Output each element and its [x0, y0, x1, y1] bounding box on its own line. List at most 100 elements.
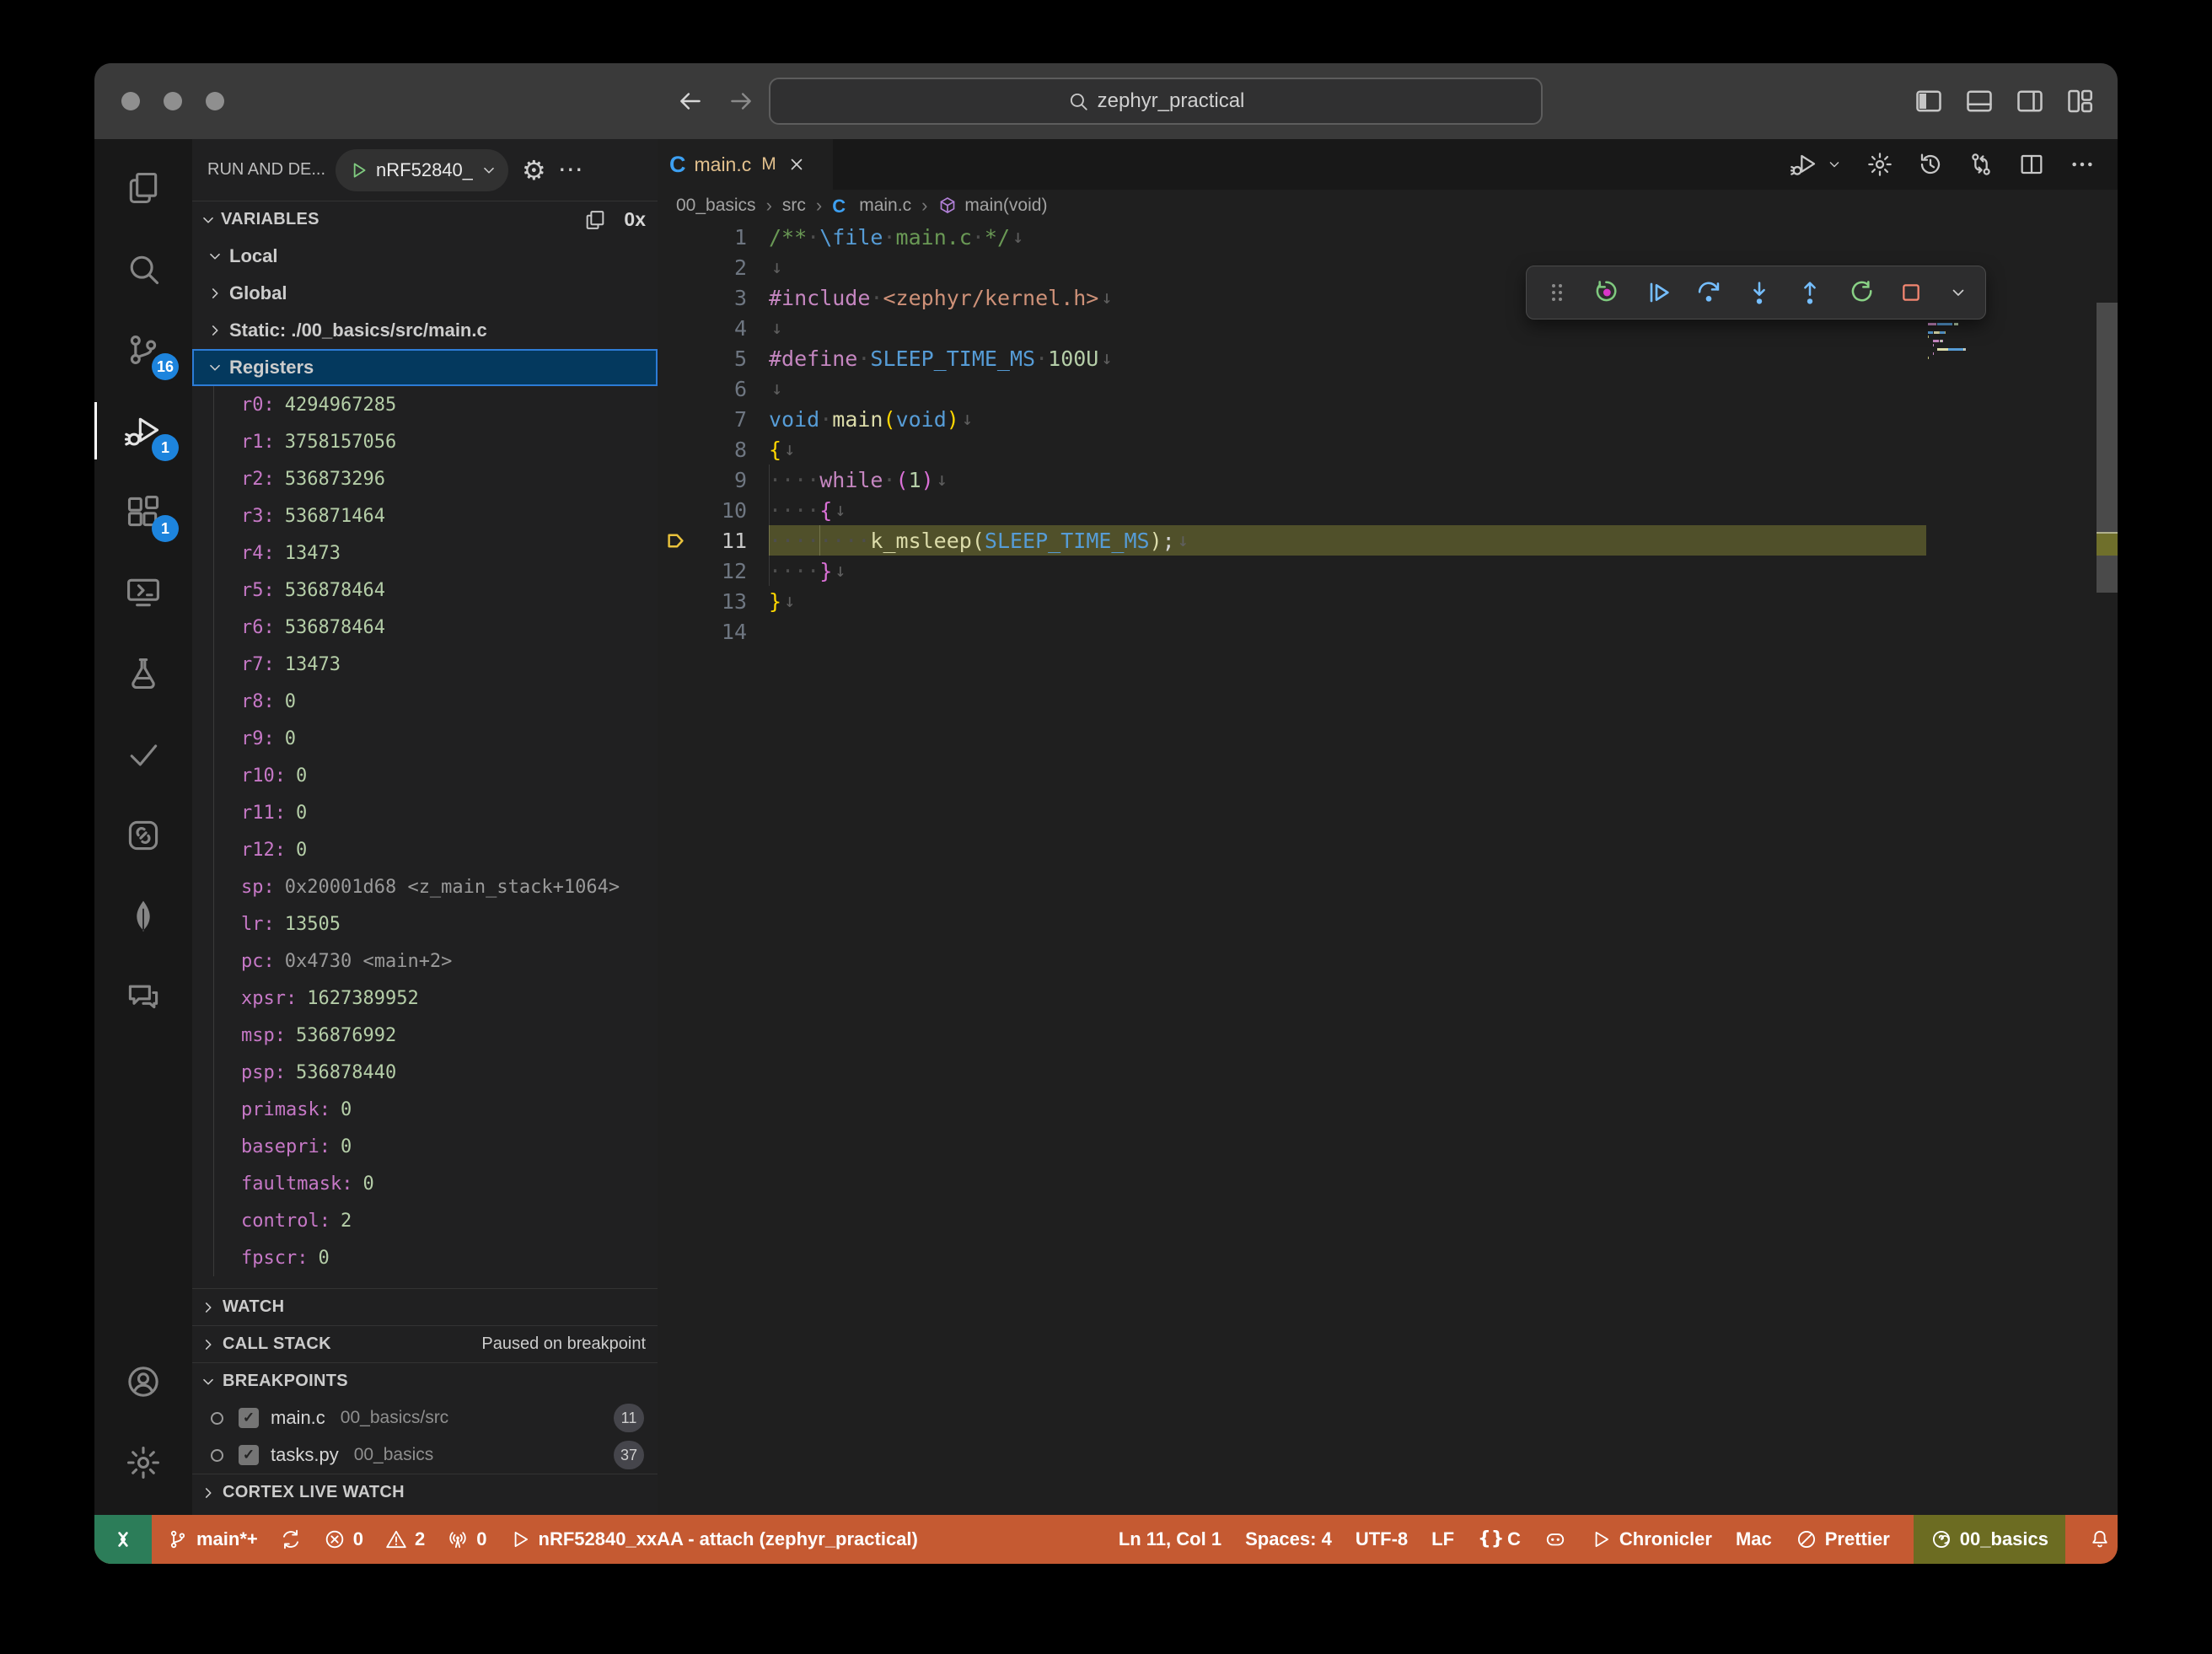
more-icon[interactable] [2069, 151, 2096, 178]
register-row[interactable]: lr:13505 [192, 905, 658, 942]
status-item[interactable] [280, 1528, 302, 1550]
register-row[interactable]: faultmask:0 [192, 1165, 658, 1202]
back-button[interactable] [676, 87, 705, 115]
line-number-gutter[interactable]: 1 [658, 222, 769, 252]
layout-sidebar-right-icon[interactable] [2015, 86, 2045, 116]
breadcrumb-item[interactable]: src [782, 196, 806, 216]
status-item-lf[interactable]: LF [1431, 1515, 1454, 1564]
breakpoint-row[interactable]: ✓main.c00_basics/src11 [192, 1399, 658, 1437]
code-line-content[interactable]: }↓ [769, 586, 1926, 616]
register-row[interactable]: primask:0 [192, 1091, 658, 1128]
line-number-gutter[interactable]: 8 [658, 434, 769, 465]
tab-main-c[interactable]: C main.c M [658, 139, 833, 190]
register-row[interactable]: xpsr:1627389952 [192, 980, 658, 1017]
line-number-gutter[interactable]: 14 [658, 616, 769, 647]
continue-icon[interactable] [1645, 279, 1672, 306]
compare-icon[interactable] [1968, 151, 1995, 178]
line-number-gutter[interactable]: 9 [658, 465, 769, 495]
code-line-content[interactable]: ····}↓ [769, 556, 1926, 586]
restart-icon[interactable] [1847, 279, 1874, 306]
register-row[interactable]: r2:536873296 [192, 460, 658, 497]
status-item-utf-8[interactable]: UTF-8 [1356, 1515, 1408, 1564]
debug-config-dropdown[interactable]: nRF52840_ [336, 149, 508, 191]
activity-item-testing-flask[interactable] [94, 633, 192, 714]
close-tab-icon[interactable] [787, 154, 807, 175]
register-row[interactable]: r5:536878464 [192, 572, 658, 609]
breadcrumb-item[interactable]: Cmain.c [832, 196, 911, 216]
minimize-window-button[interactable] [164, 92, 182, 110]
status-item-c[interactable]: {}C [1478, 1515, 1521, 1564]
step-out-icon[interactable] [1796, 279, 1823, 306]
register-row[interactable]: r8:0 [192, 683, 658, 720]
line-number-gutter[interactable]: 2 [658, 252, 769, 282]
line-number-gutter[interactable]: 5 [658, 343, 769, 373]
forward-button[interactable] [727, 87, 755, 115]
variables-section-header[interactable]: VARIABLES 0x [192, 201, 658, 238]
status-item-0[interactable]: 0 [447, 1528, 486, 1550]
status-item-mac[interactable]: Mac [1736, 1515, 1772, 1564]
status-item-chronicler[interactable]: Chronicler [1590, 1515, 1712, 1564]
status-item-00-basics[interactable]: 00_basics [1914, 1515, 2065, 1564]
breadcrumb-item[interactable]: 00_basics [676, 196, 756, 216]
register-row[interactable]: fpscr:0 [192, 1239, 658, 1276]
breakpoint-checkbox[interactable]: ✓ [239, 1408, 259, 1428]
activity-item-account[interactable] [94, 1341, 192, 1422]
code-line-content[interactable]: void·main(void)↓ [769, 404, 1926, 434]
code-line-content[interactable]: ↓ [769, 373, 1926, 404]
status-item-0[interactable]: 0 [324, 1528, 363, 1550]
breakpoints-section-header[interactable]: BREAKPOINTS [192, 1362, 658, 1399]
breadcrumb-item[interactable]: main(void) [937, 196, 1047, 216]
line-number-gutter[interactable]: 11 [658, 525, 769, 556]
status-item-nrf52840-xxaa-attach-zep[interactable]: nRF52840_xxAA - attach (zephyr_practical… [509, 1528, 918, 1550]
status-item-main-[interactable]: main*+ [167, 1528, 258, 1550]
copy-value-icon[interactable] [583, 208, 607, 232]
line-number-gutter[interactable]: 7 [658, 404, 769, 434]
reverse-continue-icon[interactable] [1594, 279, 1621, 306]
activity-item-search[interactable] [94, 228, 192, 309]
step-into-icon[interactable] [1746, 279, 1773, 306]
register-row[interactable]: r7:13473 [192, 646, 658, 683]
activity-item-explorer[interactable] [94, 148, 192, 228]
code-editor[interactable]: 1/**·\file·main.c·*/↓2↓3#include·<zephyr… [658, 222, 2118, 1515]
register-row[interactable]: r11:0 [192, 794, 658, 831]
code-line-content[interactable]: /**·\file·main.c·*/↓ [769, 222, 1926, 252]
scope-static[interactable]: Static: ./00_basics/src/main.c [192, 312, 658, 349]
hex-format-toggle[interactable]: 0x [624, 208, 646, 231]
split-editor-icon[interactable] [2018, 151, 2045, 178]
history-icon[interactable] [1917, 151, 1944, 178]
code-line-content[interactable]: ····{↓ [769, 495, 1926, 525]
scope-global[interactable]: Global [192, 275, 658, 312]
breakpoint-checkbox[interactable]: ✓ [239, 1445, 259, 1465]
command-center-search[interactable]: zephyr_practical [769, 78, 1543, 125]
activity-item-remote-explorer[interactable] [94, 552, 192, 633]
layout-grid-icon[interactable] [2065, 86, 2096, 116]
line-number-gutter[interactable]: 12 [658, 556, 769, 586]
status-item[interactable] [2089, 1515, 2111, 1564]
register-row[interactable]: basepri:0 [192, 1128, 658, 1165]
line-number-gutter[interactable]: 10 [658, 495, 769, 525]
remote-indicator[interactable] [94, 1515, 152, 1564]
line-number-gutter[interactable]: 13 [658, 586, 769, 616]
line-number-gutter[interactable]: 4 [658, 313, 769, 343]
activity-item-settings-gear[interactable] [94, 1422, 192, 1503]
line-number-gutter[interactable]: 3 [658, 282, 769, 313]
status-item-spaces-4[interactable]: Spaces: 4 [1245, 1515, 1332, 1564]
register-row[interactable]: r6:536878464 [192, 609, 658, 646]
chevron-down-sm-icon[interactable] [1826, 156, 1843, 173]
activity-item-source-control[interactable]: 16 [94, 309, 192, 390]
scrollbar[interactable] [2097, 303, 2118, 593]
debug-run-icon[interactable] [1791, 151, 1817, 178]
activity-item-comments[interactable] [94, 957, 192, 1038]
code-line-content[interactable]: ········k_msleep(SLEEP_TIME_MS);↓ [769, 525, 1926, 556]
watch-section-header[interactable]: WATCH [192, 1288, 658, 1325]
gripper-icon[interactable] [1544, 279, 1570, 306]
window-controls[interactable] [121, 92, 224, 110]
close-window-button[interactable] [121, 92, 140, 110]
scope-local[interactable]: Local [192, 238, 658, 275]
activity-item-link[interactable] [94, 795, 192, 876]
status-item-ln-11-col-1[interactable]: Ln 11, Col 1 [1119, 1515, 1221, 1564]
register-row[interactable]: r10:0 [192, 757, 658, 794]
chevron-down-icon[interactable] [1948, 282, 1968, 303]
register-row[interactable]: pc:0x4730 <main+2> [192, 942, 658, 980]
register-row[interactable]: r12:0 [192, 831, 658, 868]
